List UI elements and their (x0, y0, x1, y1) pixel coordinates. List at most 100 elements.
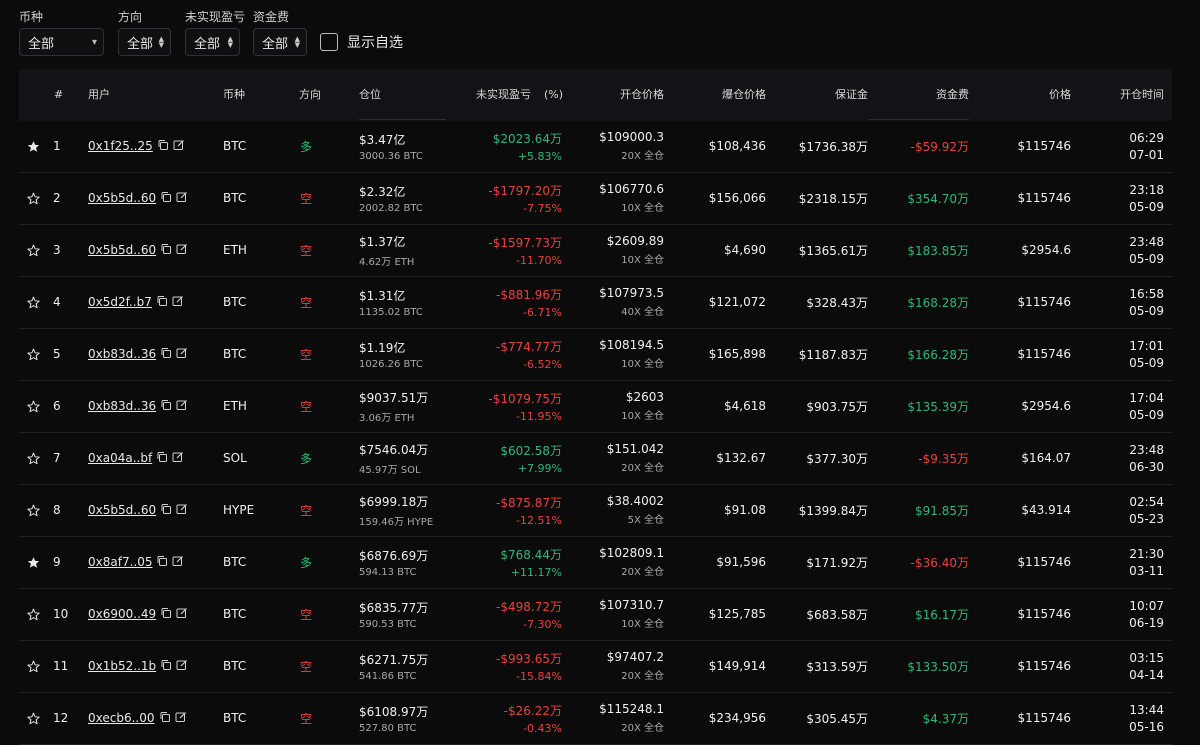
star-outline-icon[interactable] (25, 225, 41, 275)
edit-note-icon[interactable] (172, 503, 188, 518)
star-outline-icon[interactable] (25, 641, 41, 691)
user-address-link[interactable]: 0xa04a..bf (88, 451, 152, 465)
user-address-link[interactable]: 0xecb6..00 (88, 711, 155, 725)
user-address-link[interactable]: 0x5b5d..60 (88, 191, 156, 205)
user-address-link[interactable]: 0xb83d..36 (88, 347, 156, 361)
edit-note-icon[interactable] (171, 711, 187, 726)
table-row[interactable]: 9 0x8af7..05 BTC 多 $6876.69万 594.13 BTC $768.4… (19, 537, 1172, 589)
direction-filter-select[interactable]: 全部 ▲ ▼ (118, 28, 171, 56)
unrealized-filter-select[interactable]: 全部 ▲ ▼ (185, 28, 240, 56)
copy-icon[interactable] (156, 659, 172, 674)
coin-filter-select[interactable]: 全部 ▾ (19, 28, 104, 56)
col-margin-header[interactable]: 保证金 (835, 69, 868, 121)
leverage-mode: 20X 全仓 (621, 151, 664, 162)
unrealized-pnl: $602.58万 (500, 443, 562, 458)
copy-icon[interactable] (156, 191, 172, 206)
position-sort-underline (359, 119, 446, 120)
edit-note-icon[interactable] (168, 451, 184, 466)
table-row[interactable]: 4 0x5d2f..b7 BTC 空 $1.31亿 1135.02 BTC -$881.96… (19, 277, 1172, 329)
copy-icon[interactable] (156, 243, 172, 258)
copy-icon[interactable] (152, 295, 168, 310)
edit-note-icon[interactable] (172, 243, 188, 258)
copy-icon[interactable] (153, 139, 169, 154)
table-row[interactable]: 8 0x5b5d..60 HYPE 空 $6999.18万 159.46万 HYPE -$8… (19, 485, 1172, 537)
margin-value: $2318.15万 (798, 191, 868, 206)
copy-icon[interactable] (152, 555, 168, 570)
col-time-header[interactable]: 开仓时间 (1120, 69, 1164, 121)
user-address-link[interactable]: 0xb83d..36 (88, 399, 156, 413)
copy-icon[interactable] (156, 607, 172, 622)
edit-note-icon[interactable] (172, 659, 188, 674)
star-outline-icon[interactable] (25, 173, 41, 223)
margin-value: $171.92万 (806, 555, 868, 570)
edit-note-icon[interactable] (168, 295, 184, 310)
table-row[interactable]: 5 0xb83d..36 BTC 空 $1.19亿 1026.26 BTC -$774.77… (19, 329, 1172, 381)
col-position-header[interactable]: 仓位 (359, 69, 381, 121)
unrealized-pnl-pct: -6.71% (523, 305, 562, 319)
edit-note-icon[interactable] (172, 399, 188, 414)
unrealized-pnl: -$993.65万 (496, 651, 562, 666)
edit-note-icon[interactable] (169, 139, 185, 154)
star-outline-icon[interactable] (25, 589, 41, 639)
mark-price: $115746 (1017, 659, 1071, 673)
copy-icon[interactable] (152, 451, 168, 466)
positions-table: # 用户 币种 方向 仓位 未实现盈亏 (%) 开仓价格 爆仓价格 保证金 资金… (19, 69, 1172, 745)
edit-note-icon[interactable] (168, 555, 184, 570)
table-header: # 用户 币种 方向 仓位 未实现盈亏 (%) 开仓价格 爆仓价格 保证金 资金… (19, 69, 1172, 121)
entry-price: $108194.5 (599, 338, 664, 352)
copy-icon[interactable] (156, 399, 172, 414)
edit-note-icon[interactable] (172, 607, 188, 622)
direction-label: 空 (300, 243, 313, 258)
table-row[interactable]: 2 0x5b5d..60 BTC 空 $2.32亿 2002.82 BTC -$1797.2… (19, 173, 1172, 225)
mark-price: $115746 (1017, 711, 1071, 725)
star-outline-icon[interactable] (25, 485, 41, 535)
coin-symbol: BTC (223, 295, 247, 309)
star-outline-icon[interactable] (25, 277, 41, 327)
star-outline-icon[interactable] (25, 693, 41, 743)
col-pnl-pct-header[interactable]: (%) (544, 69, 563, 121)
star-filled-icon[interactable] (25, 537, 41, 587)
table-row[interactable]: 3 0x5b5d..60 ETH 空 $1.37亿 4.62万 ETH -$1597.73万… (19, 225, 1172, 277)
user-address-link[interactable]: 0x8af7..05 (88, 555, 152, 569)
favorites-checkbox[interactable] (320, 33, 338, 51)
leverage-mode: 10X 全仓 (621, 359, 664, 370)
table-row[interactable]: 1 0x1f25..25 BTC 多 $3.47亿 3000.36 BTC $2023.64… (19, 121, 1172, 173)
show-favorites-toggle[interactable]: 显示自选 (320, 32, 403, 52)
table-row[interactable]: 12 0xecb6..00 BTC 空 $6108.97万 527.80 BTC -$26.… (19, 693, 1172, 745)
leverage-mode: 5X 全仓 (627, 515, 664, 526)
user-address-link[interactable]: 0x5d2f..b7 (88, 295, 152, 309)
unrealized-pnl: -$881.96万 (496, 287, 562, 302)
user-address-link[interactable]: 0x5b5d..60 (88, 503, 156, 517)
user-address-link[interactable]: 0x5b5d..60 (88, 243, 156, 257)
user-address-link[interactable]: 0x1f25..25 (88, 139, 153, 153)
unrealized-filter-label: 未实现盈亏 (185, 10, 246, 24)
edit-note-icon[interactable] (172, 347, 188, 362)
table-row[interactable]: 7 0xa04a..bf SOL 多 $7546.04万 45.97万 SOL $602.5… (19, 433, 1172, 485)
direction-label: 空 (300, 347, 313, 362)
mark-price: $115746 (1017, 555, 1071, 569)
leverage-mode: 40X 全仓 (621, 307, 664, 318)
open-time: 21:30 (1129, 546, 1164, 561)
funding-filter-select[interactable]: 全部 ▲ ▼ (253, 28, 307, 56)
col-funding-header[interactable]: 资金费 (936, 69, 969, 121)
user-address-link[interactable]: 0x6900..49 (88, 607, 156, 621)
star-outline-icon[interactable] (25, 381, 41, 431)
copy-icon[interactable] (156, 347, 172, 362)
position-size: 3000.36 BTC (359, 150, 423, 162)
table-row[interactable]: 11 0x1b52..1b BTC 空 $6271.75万 541.86 BTC -$993… (19, 641, 1172, 693)
table-row[interactable]: 10 0x6900..49 BTC 空 $6835.77万 590.53 BTC -$498… (19, 589, 1172, 641)
star-outline-icon[interactable] (25, 433, 41, 483)
star-outline-icon[interactable] (25, 329, 41, 379)
star-filled-icon[interactable] (25, 121, 41, 171)
leverage-mode: 20X 全仓 (621, 567, 664, 578)
direction-filter-value: 全部 (127, 36, 154, 52)
copy-icon[interactable] (156, 503, 172, 518)
copy-icon[interactable] (155, 711, 171, 726)
entry-price: $151.042 (606, 442, 664, 456)
open-date: 05-23 (1129, 511, 1164, 526)
user-address-link[interactable]: 0x1b52..1b (88, 659, 156, 673)
col-pnl-header[interactable]: 未实现盈亏 (476, 69, 531, 121)
edit-note-icon[interactable] (172, 191, 188, 206)
table-row[interactable]: 6 0xb83d..36 ETH 空 $9037.51万 3.06万 ETH -$1079.… (19, 381, 1172, 433)
unrealized-pnl-pct: -12.51% (516, 513, 562, 527)
